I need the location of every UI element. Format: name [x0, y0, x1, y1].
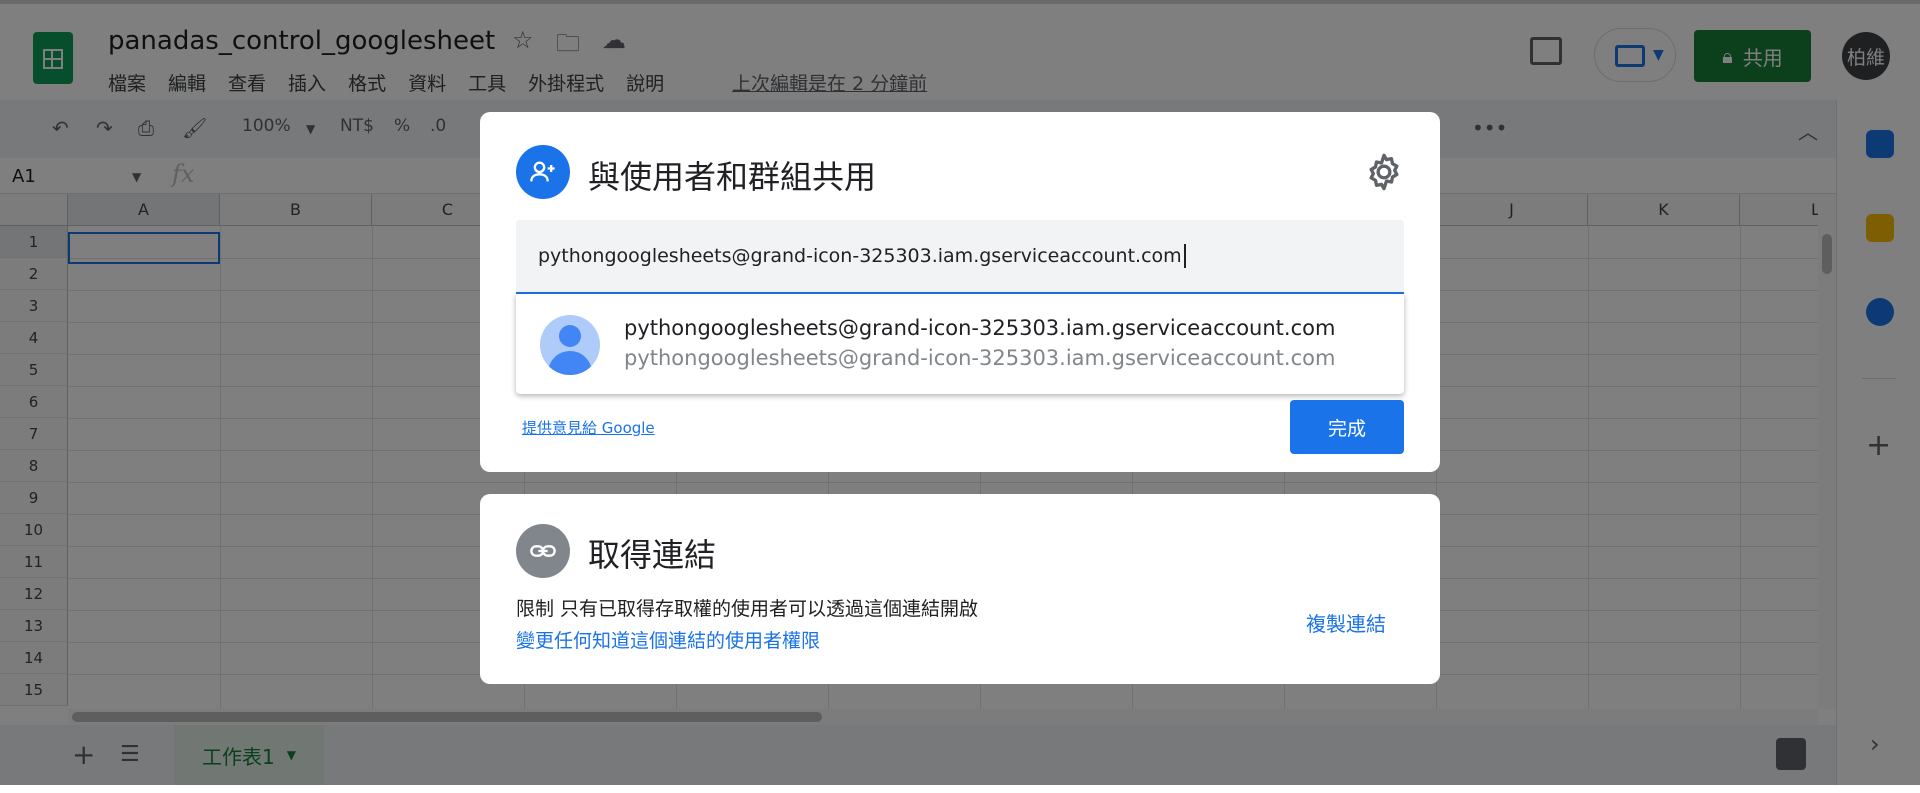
- feedback-link[interactable]: 提供意見給 Google: [522, 417, 655, 438]
- bottom-strip: [0, 785, 1920, 793]
- add-person-icon: [516, 145, 570, 199]
- suggestion-item[interactable]: pythongooglesheets@grand-icon-325303.iam…: [516, 294, 1404, 394]
- get-link-dialog: 取得連結 限制 只有已取得存取權的使用者可以透過這個連結開啟 變更任何知道這個連…: [480, 494, 1440, 684]
- share-dialog-title: 與使用者和群組共用: [588, 158, 877, 196]
- add-people-input-value: pythongooglesheets@grand-icon-325303.iam…: [538, 245, 1182, 267]
- get-link-title: 取得連結: [588, 536, 717, 574]
- suggestion-name: pythongooglesheets@grand-icon-325303.iam…: [624, 316, 1336, 340]
- gear-icon[interactable]: [1364, 152, 1404, 192]
- share-dialog: 與使用者和群組共用 pythongooglesheets@grand-icon-…: [480, 112, 1440, 472]
- change-permission-link[interactable]: 變更任何知道這個連結的使用者權限: [516, 626, 820, 653]
- done-button[interactable]: 完成: [1290, 400, 1404, 454]
- add-people-input[interactable]: pythongooglesheets@grand-icon-325303.iam…: [516, 220, 1404, 294]
- restriction-text: 限制 只有已取得存取權的使用者可以透過這個連結開啟: [516, 598, 979, 620]
- person-avatar-icon: [540, 315, 600, 375]
- copy-link-button[interactable]: 複製連結: [1306, 608, 1386, 637]
- text-caret: [1183, 244, 1186, 268]
- suggestion-email: pythongooglesheets@grand-icon-325303.iam…: [624, 346, 1336, 370]
- link-icon: [516, 524, 570, 578]
